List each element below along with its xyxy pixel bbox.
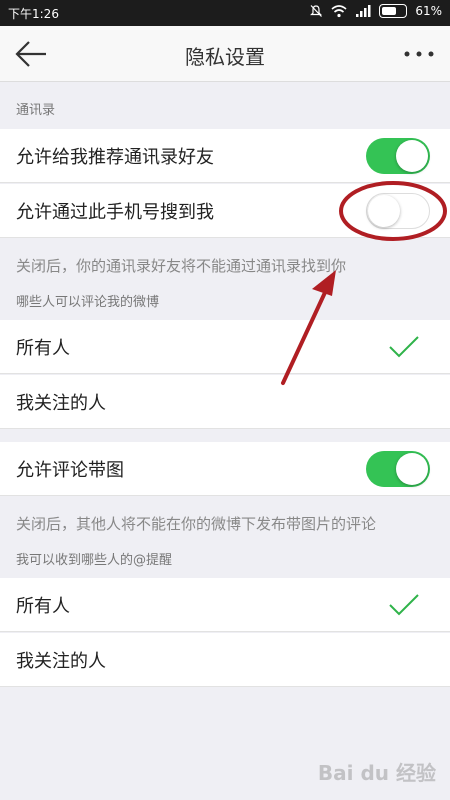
comment-images-toggle[interactable] [366, 451, 430, 487]
nav-bar: 隐私设置 [0, 26, 450, 82]
checkmark-icon [389, 336, 419, 358]
toggle-knob [396, 453, 428, 485]
battery-icon [379, 4, 408, 18]
mention-option-all-label: 所有人 [16, 596, 70, 617]
search-by-phone-label: 允许通过此手机号搜到我 [16, 202, 214, 223]
search-by-phone-toggle[interactable] [366, 193, 430, 229]
section-header-mentions: 我可以收到哪些人的@提醒 [16, 553, 173, 568]
comment-option-all-label: 所有人 [16, 338, 70, 359]
comment-option-all-row[interactable]: 所有人 [0, 320, 450, 374]
watermark: Bai du 经验 [317, 761, 436, 785]
mention-option-following-label: 我关注的人 [16, 651, 106, 672]
toggle-knob [368, 195, 400, 227]
comment-images-row: 允许评论带图 [0, 442, 450, 496]
more-icon[interactable] [402, 40, 436, 68]
recommend-contacts-row: 允许给我推荐通讯录好友 [0, 129, 450, 183]
recommend-contacts-toggle[interactable] [366, 138, 430, 174]
checkmark-icon [389, 594, 419, 616]
signal-icon [356, 5, 371, 17]
mention-option-following-row[interactable]: 我关注的人 [0, 633, 450, 687]
toggle-knob [396, 140, 428, 172]
mute-bell-icon [310, 5, 323, 17]
status-bar: 下午1:26 61% [0, 0, 450, 26]
battery-fill [382, 7, 396, 15]
recommend-contacts-label: 允许给我推荐通讯录好友 [16, 147, 214, 168]
section-header-contacts: 通讯录 [16, 103, 56, 118]
wifi-icon [331, 5, 347, 18]
search-by-phone-row: 允许通过此手机号搜到我 [0, 184, 450, 238]
comment-option-following-row[interactable]: 我关注的人 [0, 375, 450, 429]
status-icons: 61% [309, 4, 442, 18]
comment-images-label: 允许评论带图 [16, 460, 124, 481]
search-by-phone-note: 关闭后，你的通讯录好友将不能通过通讯录找到你 [16, 257, 347, 275]
battery-percentage: 61% [415, 4, 442, 18]
page-title: 隐私设置 [185, 45, 265, 69]
status-time: 下午1:26 [8, 7, 59, 21]
mention-option-all-row[interactable]: 所有人 [0, 578, 450, 632]
comment-option-following-label: 我关注的人 [16, 393, 106, 414]
section-header-comments: 哪些人可以评论我的微博 [16, 295, 160, 310]
comment-images-note: 关闭后，其他人将不能在你的微博下发布带图片的评论 [16, 515, 377, 533]
